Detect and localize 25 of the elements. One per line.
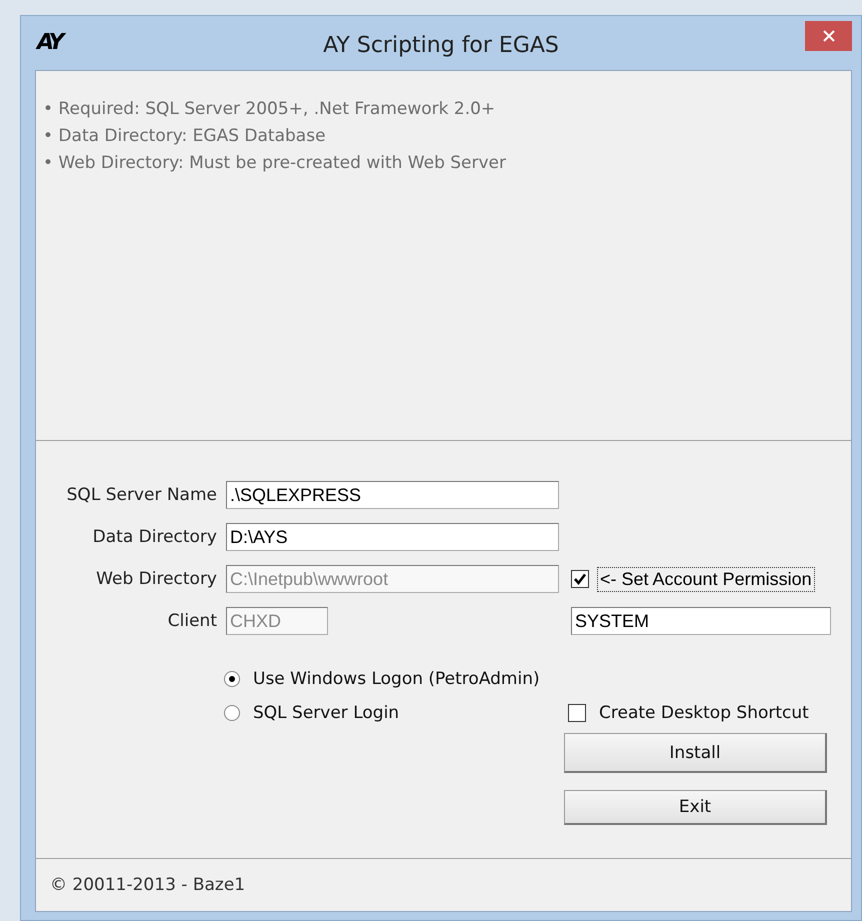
requirement-text: • Web Directory: Must be pre-created with Web Server bbox=[43, 153, 508, 174]
shortcut-checkbox[interactable] bbox=[568, 704, 586, 722]
requirement-text: • Required: SQL Server 2005+, .Net Framework 2.0+ bbox=[43, 99, 496, 120]
radio-button[interactable] bbox=[224, 705, 240, 721]
window-title: AY Scripting for EGAS bbox=[323, 32, 559, 58]
checkbox-label[interactable]: Create Desktop Shortcut bbox=[599, 703, 809, 723]
dialog-button[interactable]: Install bbox=[564, 733, 827, 773]
field-label: SQL Server Name bbox=[66, 484, 217, 505]
field-label: Data Directory bbox=[92, 526, 217, 547]
copyright-text: © 20011-2013 - Baze1 bbox=[50, 875, 246, 895]
dialog-button[interactable]: Exit bbox=[564, 790, 827, 825]
requirement-text: • Data Directory: EGAS Database bbox=[43, 126, 327, 147]
permission-checkbox[interactable] bbox=[571, 570, 589, 588]
close-icon bbox=[822, 30, 834, 42]
radio-label[interactable]: Use Windows Logon (PetroAdmin) bbox=[253, 669, 540, 689]
text-field[interactable]: D:\AYS bbox=[226, 523, 559, 551]
app-logo: AY bbox=[37, 30, 62, 55]
radio-label[interactable]: SQL Server Login bbox=[253, 703, 400, 723]
field-label: Web Directory bbox=[96, 568, 217, 589]
close-button[interactable] bbox=[805, 21, 852, 51]
text-field[interactable]: .\SQLEXPRESS bbox=[226, 481, 559, 509]
permission-label[interactable]: <- Set Account Permission bbox=[597, 566, 815, 592]
account-field[interactable]: SYSTEM bbox=[571, 607, 831, 635]
radio-button[interactable] bbox=[224, 671, 240, 687]
field-label: Client bbox=[168, 610, 217, 631]
